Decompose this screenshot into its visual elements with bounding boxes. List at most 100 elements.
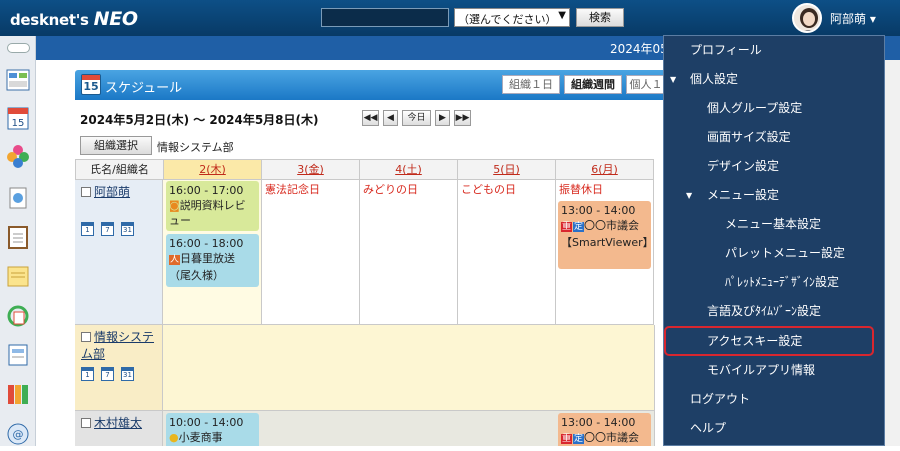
column-header-day[interactable]: 2(木) [163,159,262,180]
column-header-day[interactable]: 3(金) [261,159,360,180]
recycle-icon[interactable] [4,302,32,330]
date-text: 2024年05 [610,42,668,56]
memo-icon[interactable] [4,262,32,290]
important-badge: 重 [561,434,573,444]
event-title: 説明資料レビュー [169,199,246,227]
day-cell[interactable] [261,180,360,325]
cloud-icon[interactable] [4,142,32,170]
event-item[interactable]: 16:00 - 17:00 ◙説明資料レビュー [166,181,259,231]
holiday-label: こどもの日 [461,183,516,196]
expand-icon: ▼ [686,191,693,200]
calendar-icon[interactable]: 15 [4,104,32,132]
table-row: 情報システム部 1 7 31 [75,325,163,411]
event-item[interactable]: 13:00 - 14:00 重定〇〇市議会 [558,413,651,446]
month-calendar-icon[interactable]: 31 [121,367,134,381]
column-header-name: 氏名/組織名 [75,159,164,180]
view-personal-day-button[interactable]: 個人１ [626,75,666,94]
menu-item-design[interactable]: デザイン設定 [664,152,884,181]
app-logo[interactable]: desknet's NEO [10,8,138,30]
event-time: 10:00 - 14:00 [169,416,244,429]
row-checkbox[interactable] [81,332,91,342]
bulb-icon: ● [169,431,179,444]
row-checkbox[interactable] [81,418,91,428]
important-badge: 重 [561,222,573,232]
menu-item-language-timezone[interactable]: 言語及びﾀｲﾑｿﾞｰﾝ設定 [664,297,884,326]
search-button[interactable]: 検索 [576,8,624,27]
menu-item-palette-menu[interactable]: パレットメニュー設定 [664,239,884,268]
calendar-icon: 15 [81,74,101,95]
org-name-link[interactable]: 情報システム部 [81,329,161,363]
report-icon[interactable] [4,341,32,369]
regular-badge: 定 [573,434,585,444]
column-header-day[interactable]: 6(月) [555,159,654,180]
expand-icon: ▼ [670,75,677,84]
org-select-button[interactable]: 組織選択 [80,136,152,155]
day-cell[interactable] [457,180,556,325]
left-sidebar: 15 @ [0,36,36,446]
column-header-day[interactable]: 4(土) [359,159,458,180]
day-cell[interactable] [359,180,458,325]
mail-icon[interactable]: @ [4,420,32,448]
event-time: 13:00 - 14:00 [561,416,636,429]
search-input[interactable] [321,8,449,27]
org-name: 情報システム部 [157,141,234,154]
approval-icon[interactable] [4,184,32,212]
menu-item-logout[interactable]: ログアウト [664,385,884,414]
person-icon: 人 [169,255,181,265]
chevron-down-icon: ▼ [558,10,566,21]
svg-text:@: @ [13,428,24,441]
org-row-cells[interactable] [163,325,655,411]
week-calendar-icon[interactable]: 7 [101,367,114,381]
view-org-day-button[interactable]: 組織１日 [502,75,560,94]
schedule-header: 15 スケジュール 組織１日 組織週間 個人１ [75,70,700,100]
day-calendar-icon[interactable]: 1 [81,222,94,236]
dashboard-icon[interactable] [4,66,32,94]
menu-item-menu-settings[interactable]: ▼ メニュー設定 [664,181,884,210]
menu-item-menu-basic[interactable]: メニュー基本設定 [664,210,884,239]
event-item[interactable]: 13:00 - 14:00 重定〇〇市議会【SmartViewer】 [558,201,654,269]
row-checkbox[interactable] [81,187,91,197]
books-icon[interactable] [4,380,32,408]
user-menu-toggle[interactable]: 阿部萌 ▾ [830,10,876,27]
avatar[interactable] [792,3,822,33]
right-strip [885,60,900,446]
day-calendar-icon[interactable]: 1 [81,367,94,381]
toggle-icon[interactable] [7,43,30,53]
event-time: 16:00 - 17:00 [169,184,244,197]
event-time: 16:00 - 18:00 [169,237,244,250]
page-title: スケジュール [105,81,183,96]
table-row: 木村雄太 [75,411,163,446]
holiday-label: 振替休日 [559,183,603,196]
view-org-week-button[interactable]: 組織週間 [564,75,622,94]
next-day-button[interactable]: ▶ [435,110,450,126]
menu-item-help[interactable]: ヘルプ [664,414,884,443]
rss-icon: ◙ [169,199,180,212]
holiday-label: 憲法記念日 [265,183,320,196]
prev-day-button[interactable]: ◀ [383,110,398,126]
event-title: 〇〇市議会 [584,431,640,444]
next-week-button[interactable]: ▶▶ [454,110,471,126]
regular-badge: 定 [573,222,585,232]
user-name-link[interactable]: 阿部萌 [81,184,130,201]
event-item[interactable]: 10:00 - 14:00 ●小麦商事 [166,413,259,446]
week-calendar-icon[interactable]: 7 [101,222,114,236]
search-scope-select[interactable]: （選んでください） ▼ [454,8,570,27]
menu-item-palette-design[interactable]: ﾊﾟﾚｯﾄﾒﾆｭｰﾃﾞｻﾞｲﾝ設定 [664,268,884,297]
date-range: 2024年5月2日(木) ～ 2024年5月8日(木) [80,113,319,127]
clipboard-icon[interactable] [4,223,32,251]
menu-item-profile[interactable]: プロフィール [664,36,884,65]
chevron-down-icon: ▾ [866,12,876,26]
holiday-label: みどりの日 [363,183,418,196]
menu-item-mobile-app[interactable]: モバイルアプリ情報 [664,356,884,385]
prev-week-button[interactable]: ◀◀ [362,110,379,126]
menu-item-personal-settings[interactable]: ▼ 個人設定 [664,65,884,94]
menu-item-personal-group[interactable]: 個人グループ設定 [664,94,884,123]
highlight-frame [664,326,874,356]
month-calendar-icon[interactable]: 31 [121,222,134,236]
event-item[interactable]: 16:00 - 18:00 人日暮里放送（尾久様） [166,234,259,287]
column-header-day[interactable]: 5(日) [457,159,556,180]
svg-text:15: 15 [12,118,25,129]
menu-item-screen-size[interactable]: 画面サイズ設定 [664,123,884,152]
user-name-link[interactable]: 木村雄太 [81,415,142,432]
today-button[interactable]: 今日 [402,110,431,126]
